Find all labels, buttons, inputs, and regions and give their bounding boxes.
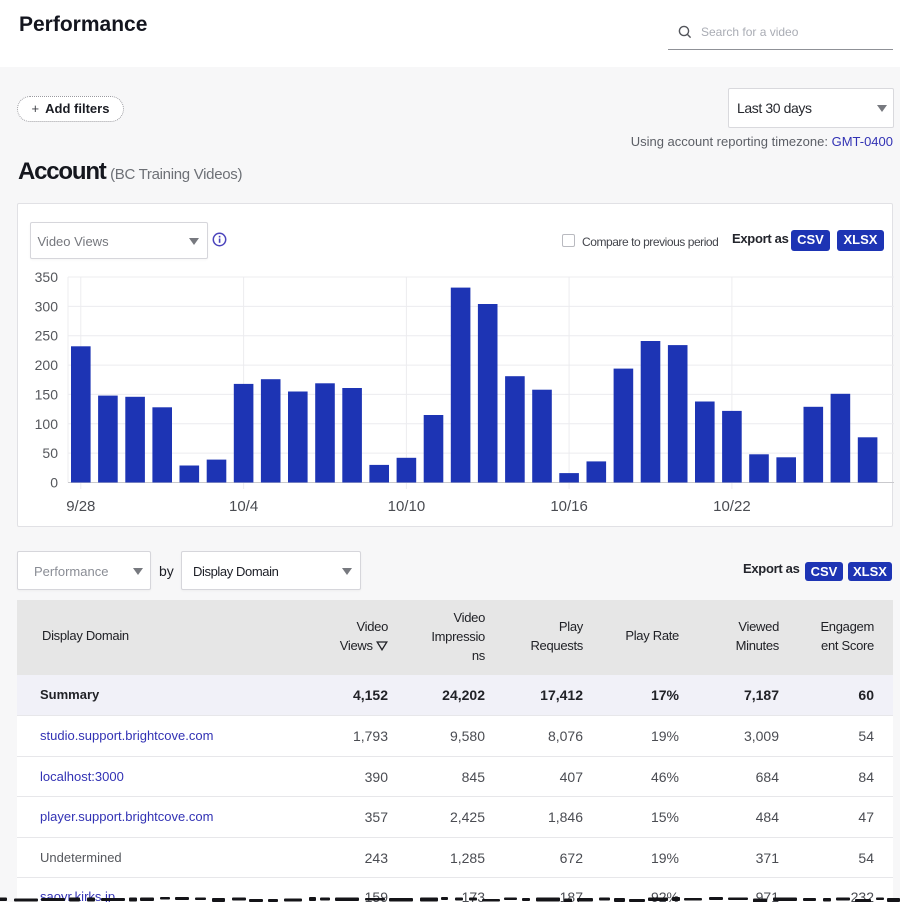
svg-text:10/16: 10/16 [550,498,588,515]
svg-text:200: 200 [35,357,59,373]
svg-text:10/4: 10/4 [229,498,258,515]
svg-text:300: 300 [35,298,59,314]
svg-text:250: 250 [35,328,59,344]
svg-text:9/28: 9/28 [66,498,95,515]
svg-text:10/22: 10/22 [713,498,751,515]
svg-text:50: 50 [42,445,58,461]
svg-text:350: 350 [35,269,59,285]
svg-text:100: 100 [35,416,59,432]
svg-text:0: 0 [50,475,58,491]
svg-text:10/10: 10/10 [388,498,426,515]
svg-text:150: 150 [35,386,59,402]
